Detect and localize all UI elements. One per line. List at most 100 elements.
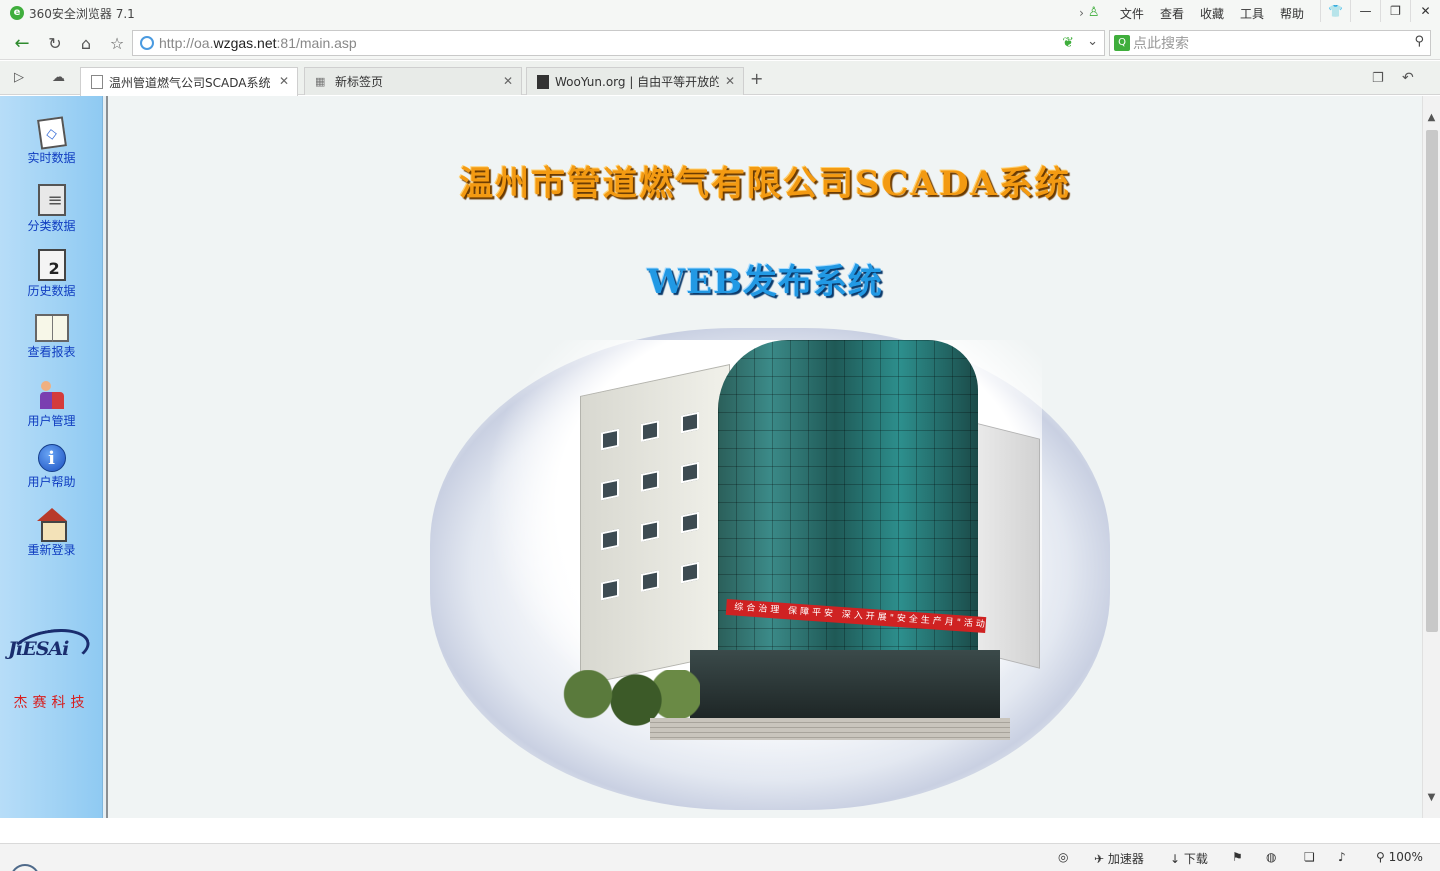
accelerator-label: 加速器 <box>1107 852 1144 866</box>
window-controls: 👕 — ❐ ✕ <box>1320 0 1440 22</box>
sidebar-item-view-report[interactable]: 查看报表 <box>0 314 103 360</box>
window <box>681 511 699 534</box>
sidebar-item-realtime-data[interactable]: 实时数据 <box>0 116 103 166</box>
page-title: 温州市管道燃气有限公司SCADA系统 <box>459 164 1071 204</box>
grid-icon: ▦ <box>315 74 326 88</box>
tab-list-icon[interactable]: ❐ <box>1372 71 1384 86</box>
screen-icon[interactable]: ❏ <box>1304 850 1315 864</box>
back-button[interactable]: ← <box>9 30 35 56</box>
browser-logo-icon: e <box>10 6 24 20</box>
tab-wooyun[interactable]: WooYun.org | 自由平等开放的 ✕ <box>526 67 744 95</box>
realtime-data-icon <box>36 116 67 150</box>
tab-scada[interactable]: 温州管道燃气公司SCADA系统 ✕ <box>80 67 298 96</box>
building-photo: 综合治理 保障平安 深入开展"安全生产月"活动 <box>430 328 1110 810</box>
window <box>641 420 659 442</box>
window <box>641 570 659 592</box>
photo-scene: 综合治理 保障平安 深入开展"安全生产月"活动 <box>490 340 1042 740</box>
menu-help[interactable]: 帮助 <box>1280 5 1304 22</box>
status-bar: ◎ ✈ 加速器 ↓ 下载 ⚑ ◍ ❏ ♪ ⚲ 100% <box>0 843 1440 871</box>
building-left-wing <box>580 364 730 686</box>
menu-tools[interactable]: 工具 <box>1240 5 1264 22</box>
jiesai-logo: JiESAi <box>7 623 94 675</box>
window <box>681 461 699 484</box>
cloud-icon[interactable]: ☁ <box>52 70 65 85</box>
skin-button[interactable]: 👕 <box>1320 0 1350 22</box>
window <box>681 561 699 584</box>
window <box>641 520 659 542</box>
close-window-button[interactable]: ✕ <box>1410 0 1440 22</box>
sidebar-item-user-management[interactable]: 用户管理 <box>0 379 103 429</box>
page-content: 实时数据 分类数据 历史数据 查看报表 用户管理 i 用户帮助 重新登录 Ji <box>0 96 1440 818</box>
report-book-icon <box>34 314 69 342</box>
category-data-icon <box>37 184 66 216</box>
refresh-button[interactable]: ↻ <box>42 30 68 56</box>
zoom-level: 100% <box>1388 850 1423 864</box>
sidebar: 实时数据 分类数据 历史数据 查看报表 用户管理 i 用户帮助 重新登录 Ji <box>0 96 103 818</box>
globe-icon <box>140 36 154 50</box>
steps <box>650 718 1010 740</box>
search-input[interactable]: Q 点此搜索 ⚲ <box>1109 30 1431 56</box>
ie-mode-icon[interactable]: ◍ <box>1266 850 1276 864</box>
lobby <box>690 650 1000 720</box>
menu-file[interactable]: 文件 <box>1120 5 1144 22</box>
tab-new[interactable]: ▦ 新标签页 ✕ <box>304 67 522 95</box>
status-circle-icon[interactable] <box>10 864 40 871</box>
tab-bar: ▷ ☁ 温州管道燃气公司SCADA系统 ✕ ▦ 新标签页 ✕ WooYun.or… <box>0 61 1440 96</box>
browser-title-bar: e 360安全浏览器 7.1 › ♙ 文件 查看 收藏 工具 帮助 👕 — ❐ … <box>0 0 1440 26</box>
menu-favorites[interactable]: 收藏 <box>1200 5 1224 22</box>
window <box>681 411 699 434</box>
scroll-up-icon[interactable]: ▲ <box>1423 110 1440 126</box>
search-placeholder: 点此搜索 <box>1133 36 1189 52</box>
page-subtitle: WEB发布系统 <box>647 262 883 302</box>
speed-icon[interactable]: ◎ <box>1058 850 1068 864</box>
chevron-down-icon[interactable]: ⌄ <box>1087 34 1098 49</box>
close-icon[interactable]: ✕ <box>725 74 735 88</box>
sound-icon[interactable]: ♪ <box>1338 850 1346 864</box>
undo-close-icon[interactable]: ↶ <box>1402 70 1414 86</box>
users-icon <box>36 379 68 411</box>
scroll-down-icon[interactable]: ▼ <box>1423 790 1440 806</box>
window-title: 360安全浏览器 7.1 <box>29 6 135 21</box>
favorite-star-button[interactable]: ☆ <box>104 30 130 56</box>
close-icon[interactable]: ✕ <box>503 74 513 88</box>
window <box>601 528 619 551</box>
history-data-icon <box>37 249 66 281</box>
window <box>641 470 659 492</box>
main-frame: 温州市管道燃气有限公司SCADA系统 WEB发布系统 综合治理 保障平安 深入开… <box>110 96 1422 818</box>
frame-divider[interactable] <box>103 96 108 818</box>
download-label: 下载 <box>1183 852 1208 866</box>
minimize-button[interactable]: — <box>1350 0 1380 22</box>
window <box>601 478 619 501</box>
chevron-right-icon[interactable]: › <box>1079 6 1084 20</box>
user-icon[interactable]: ♙ <box>1088 6 1102 20</box>
sidebar-item-relogin[interactable]: 重新登录 <box>0 508 103 558</box>
logo-wordmark: JiESAi <box>8 638 69 660</box>
download-button[interactable]: ↓ 下载 <box>1170 850 1208 867</box>
menu-view[interactable]: 查看 <box>1160 5 1184 22</box>
vertical-scrollbar[interactable]: ▲ ▼ <box>1422 96 1440 818</box>
wooyun-icon <box>537 74 549 89</box>
sidebar-toggle-icon[interactable]: ▷ <box>14 70 24 85</box>
page-icon <box>91 75 103 89</box>
flag-icon[interactable]: ⚑ <box>1232 850 1243 864</box>
search-engine-icon[interactable]: Q <box>1114 35 1130 51</box>
close-icon[interactable]: ✕ <box>279 74 289 88</box>
scroll-thumb[interactable] <box>1426 130 1438 632</box>
zoom-control[interactable]: ⚲ 100% <box>1376 850 1423 864</box>
window <box>601 578 619 601</box>
sidebar-item-history-data[interactable]: 历史数据 <box>0 249 103 299</box>
window <box>601 428 619 451</box>
brand-name: 杰赛科技 <box>13 695 90 711</box>
restore-button[interactable]: ❐ <box>1380 0 1410 22</box>
accelerator-button[interactable]: ✈ 加速器 <box>1094 850 1144 867</box>
address-toolbar: ← ↻ ⌂ ☆ http://oa.wzgas.net:81/main.asp … <box>0 26 1440 60</box>
sidebar-item-category-data[interactable]: 分类数据 <box>0 184 103 234</box>
new-tab-button[interactable]: + <box>750 69 763 88</box>
url-input[interactable]: http://oa.wzgas.net:81/main.asp ❦ ⌄ <box>132 30 1105 56</box>
browser-menu-bar: › ♙ 文件 查看 收藏 工具 帮助 <box>1079 0 1312 26</box>
leaf-icon[interactable]: ❦ <box>1062 35 1074 51</box>
sidebar-item-user-help[interactable]: i 用户帮助 <box>0 444 103 490</box>
info-icon: i <box>37 444 66 472</box>
home-button[interactable]: ⌂ <box>73 30 99 56</box>
search-icon[interactable]: ⚲ <box>1414 34 1424 49</box>
